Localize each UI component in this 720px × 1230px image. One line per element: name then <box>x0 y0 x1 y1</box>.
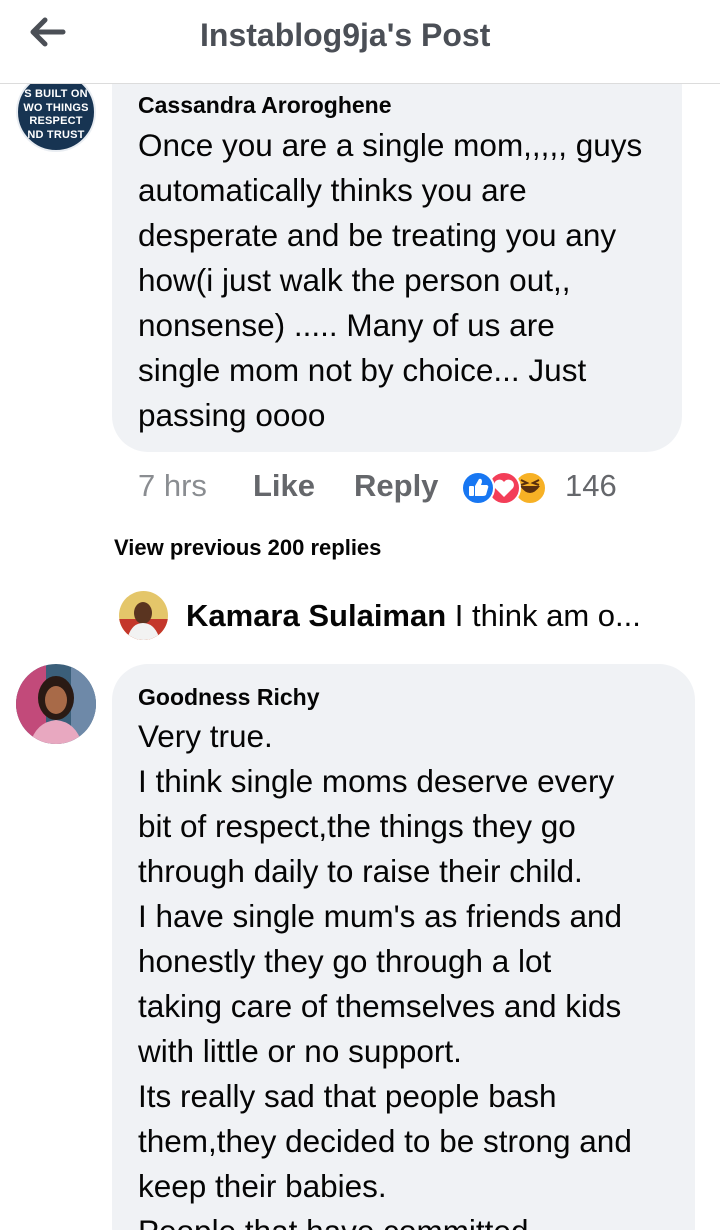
reply-preview[interactable]: Kamara Sulaiman I think am o... <box>186 598 676 634</box>
avatar[interactable]: S BUILT ON WO THINGS RESPECT ND TRUST <box>16 72 96 152</box>
comment-bubble: Cassandra Aroroghene Once you are a sing… <box>112 70 682 452</box>
avatar[interactable] <box>16 664 96 744</box>
avatar-badge-text: S BUILT ON WO THINGS RESPECT ND TRUST <box>23 88 89 141</box>
page-title: Instablog9ja's Post <box>200 17 491 53</box>
reply-author[interactable]: Kamara Sulaiman <box>186 598 446 633</box>
comment-text: Very true. I think single moms deserve e… <box>138 718 632 1230</box>
comment-author[interactable]: Goodness Richy <box>138 684 319 711</box>
comment-author[interactable]: Cassandra Aroroghene <box>138 92 392 119</box>
top-bar: Instablog9ja's Post <box>0 0 720 84</box>
reaction-count: 146 <box>565 468 617 503</box>
back-button[interactable] <box>26 12 70 52</box>
reply-button[interactable]: Reply <box>354 468 438 504</box>
reply-preview-text: I think am o... <box>454 598 641 633</box>
avatar[interactable] <box>119 591 168 640</box>
like-reaction-icon <box>461 471 495 505</box>
comment-text: Once you are a single mom,,,,, guys auto… <box>138 127 643 433</box>
comment-actions: 7 hrs Like Reply 146 <box>138 468 698 508</box>
comment-timestamp[interactable]: 7 hrs <box>138 468 207 504</box>
comment-bubble: Goodness Richy Very true. I think single… <box>112 664 695 1230</box>
view-previous-replies-link[interactable]: View previous 200 replies <box>114 535 381 561</box>
arrow-left-icon <box>30 17 66 47</box>
reactions-summary[interactable] <box>460 470 550 506</box>
like-button[interactable]: Like <box>253 468 315 504</box>
